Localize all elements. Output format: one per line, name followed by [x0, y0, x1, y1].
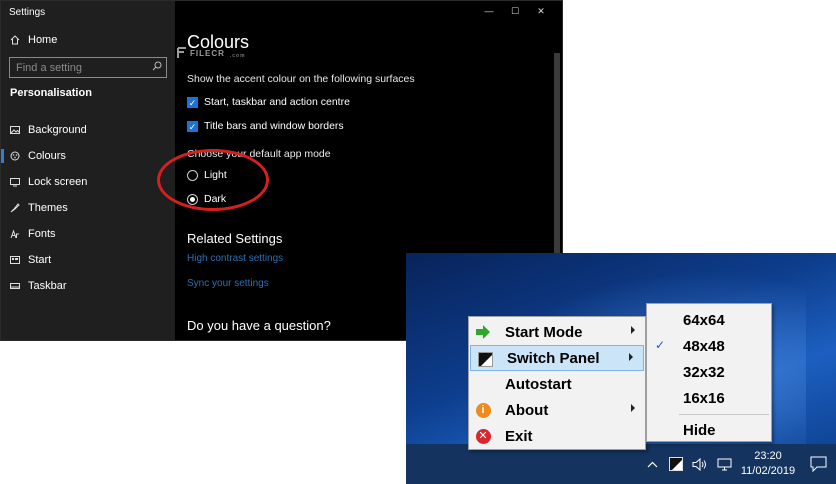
- sidebar-item-start[interactable]: Start: [1, 247, 175, 273]
- chevron-up-icon[interactable]: [640, 444, 664, 484]
- tray-context-menu: Start Mode Switch Panel Autostart i Abou…: [468, 316, 646, 450]
- sidebar-item-label: Themes: [28, 202, 68, 214]
- sidebar-item-label: Lock screen: [28, 176, 88, 188]
- menu-item-autostart[interactable]: Autostart: [469, 371, 645, 397]
- nav-list: Background Colours Lock screen Themes Fo…: [1, 117, 175, 299]
- app-mode-label: Choose your default app mode: [187, 148, 331, 160]
- sidebar-item-lock-screen[interactable]: Lock screen: [1, 169, 175, 195]
- exit-icon: ✕: [475, 428, 491, 444]
- caption-buttons: — ☐ ✕: [476, 3, 554, 19]
- menu-item-label: Exit: [505, 427, 533, 445]
- sidebar-item-label: Start: [28, 254, 52, 266]
- submenu-item-64[interactable]: 64x64: [647, 307, 771, 333]
- question-heading: Do you have a question?: [187, 318, 331, 333]
- submenu-item-label: 48x48: [683, 337, 725, 355]
- green-arrow-icon: [475, 324, 491, 340]
- sidebar-item-colours[interactable]: Colours: [1, 143, 175, 169]
- clock-date: 11/02/2019: [740, 465, 796, 477]
- minimize-button[interactable]: —: [476, 3, 502, 19]
- taskbar-icon: [10, 283, 20, 289]
- link-sync-settings[interactable]: Sync your settings: [187, 278, 269, 289]
- submenu-item-label: Hide: [683, 421, 716, 439]
- search-input[interactable]: Find a setting: [9, 57, 167, 78]
- radio-label: Light: [204, 169, 227, 181]
- submenu-item-48[interactable]: ✓ 48x48: [647, 333, 771, 359]
- network-icon[interactable]: [712, 444, 736, 484]
- checkbox-checked-icon[interactable]: ✓: [187, 120, 198, 132]
- image-icon: [10, 126, 20, 134]
- sidebar-item-background[interactable]: Background: [1, 117, 175, 143]
- menu-item-start-mode[interactable]: Start Mode: [469, 319, 645, 345]
- menu-item-label: Switch Panel: [507, 349, 600, 367]
- nav-home[interactable]: Home: [10, 34, 57, 46]
- checkbox-title-bars[interactable]: ✓ Title bars and window borders: [187, 120, 344, 132]
- sidebar-item-label: Taskbar: [28, 280, 67, 292]
- submenu-item-32[interactable]: 32x32: [647, 359, 771, 385]
- sidebar-item-label: Fonts: [28, 228, 56, 240]
- lock-screen-icon: [10, 178, 20, 187]
- accent-surfaces-label: Show the accent colour on the following …: [187, 73, 415, 85]
- search-placeholder: Find a setting: [16, 61, 83, 74]
- submenu-arrow-icon: [631, 404, 635, 412]
- info-icon: i: [475, 402, 491, 418]
- menu-item-switch-panel[interactable]: Switch Panel: [470, 345, 644, 371]
- menu-item-label: About: [505, 401, 549, 419]
- radio-button[interactable]: [187, 169, 198, 181]
- volume-icon[interactable]: [688, 444, 712, 484]
- watermark-text: FILECR: [190, 48, 225, 58]
- clock-time: 23:20: [754, 450, 782, 462]
- checkmark-icon: ✓: [655, 338, 666, 352]
- sidebar-item-label: Background: [28, 124, 87, 136]
- submenu-arrow-icon: [631, 326, 635, 334]
- menu-item-about[interactable]: i About: [469, 397, 645, 423]
- menu-item-exit[interactable]: ✕ Exit: [469, 423, 645, 449]
- sidebar-item-fonts[interactable]: Fonts: [1, 221, 175, 247]
- action-center-icon[interactable]: [800, 444, 836, 484]
- submenu-item-hide[interactable]: Hide: [647, 417, 771, 443]
- fonts-icon: [10, 229, 19, 239]
- submenu-separator: [679, 414, 769, 415]
- checkbox-checked-icon[interactable]: ✓: [187, 96, 198, 108]
- radio-button-selected[interactable]: [187, 193, 198, 205]
- sidebar-item-taskbar[interactable]: Taskbar: [1, 273, 175, 299]
- scrollbar[interactable]: [554, 53, 560, 253]
- menu-item-label: Start Mode: [505, 323, 583, 341]
- submenu-item-label: 64x64: [683, 311, 725, 329]
- checkbox-label: Start, taskbar and action centre: [204, 96, 350, 108]
- related-settings-heading: Related Settings: [187, 231, 283, 246]
- checkbox-start-taskbar[interactable]: ✓ Start, taskbar and action centre: [187, 96, 350, 108]
- maximize-button[interactable]: ☐: [502, 3, 528, 19]
- sidebar-item-label: Colours: [28, 150, 66, 162]
- submenu-arrow-icon: [629, 353, 633, 361]
- radio-light[interactable]: Light: [187, 169, 227, 181]
- watermark-logo: FILECR .com: [177, 47, 246, 59]
- taskbar: 23:20 11/02/2019: [406, 444, 836, 484]
- close-button[interactable]: ✕: [528, 3, 554, 19]
- panel-tray-icon[interactable]: [664, 444, 688, 484]
- home-icon: [10, 35, 20, 45]
- radio-dark[interactable]: Dark: [187, 193, 226, 205]
- nav-home-label: Home: [28, 34, 58, 46]
- checkbox-label: Title bars and window borders: [204, 120, 344, 132]
- panel-icon: [477, 351, 493, 367]
- taskbar-clock[interactable]: 23:20 11/02/2019: [736, 449, 800, 479]
- system-tray: 23:20 11/02/2019: [640, 444, 836, 484]
- menu-item-label: Autostart: [505, 375, 572, 393]
- sidebar-item-themes[interactable]: Themes: [1, 195, 175, 221]
- switch-panel-submenu: 64x64 ✓ 48x48 32x32 16x16 Hide: [646, 303, 772, 442]
- watermark-subtext: .com: [229, 53, 246, 59]
- link-high-contrast[interactable]: High contrast settings: [187, 253, 283, 264]
- watermark-mark-icon: [177, 47, 186, 58]
- submenu-item-16[interactable]: 16x16: [647, 385, 771, 411]
- settings-sidebar: Settings Home Find a setting Personalisa…: [1, 1, 175, 340]
- themes-icon: [10, 203, 20, 213]
- radio-label: Dark: [204, 193, 227, 205]
- submenu-item-label: 16x16: [683, 389, 725, 407]
- palette-icon: [10, 151, 20, 161]
- submenu-item-label: 32x32: [683, 363, 725, 381]
- start-icon: [10, 256, 20, 264]
- section-heading: Personalisation: [10, 87, 92, 99]
- search-icon[interactable]: [148, 61, 166, 74]
- window-title: Settings: [9, 7, 46, 18]
